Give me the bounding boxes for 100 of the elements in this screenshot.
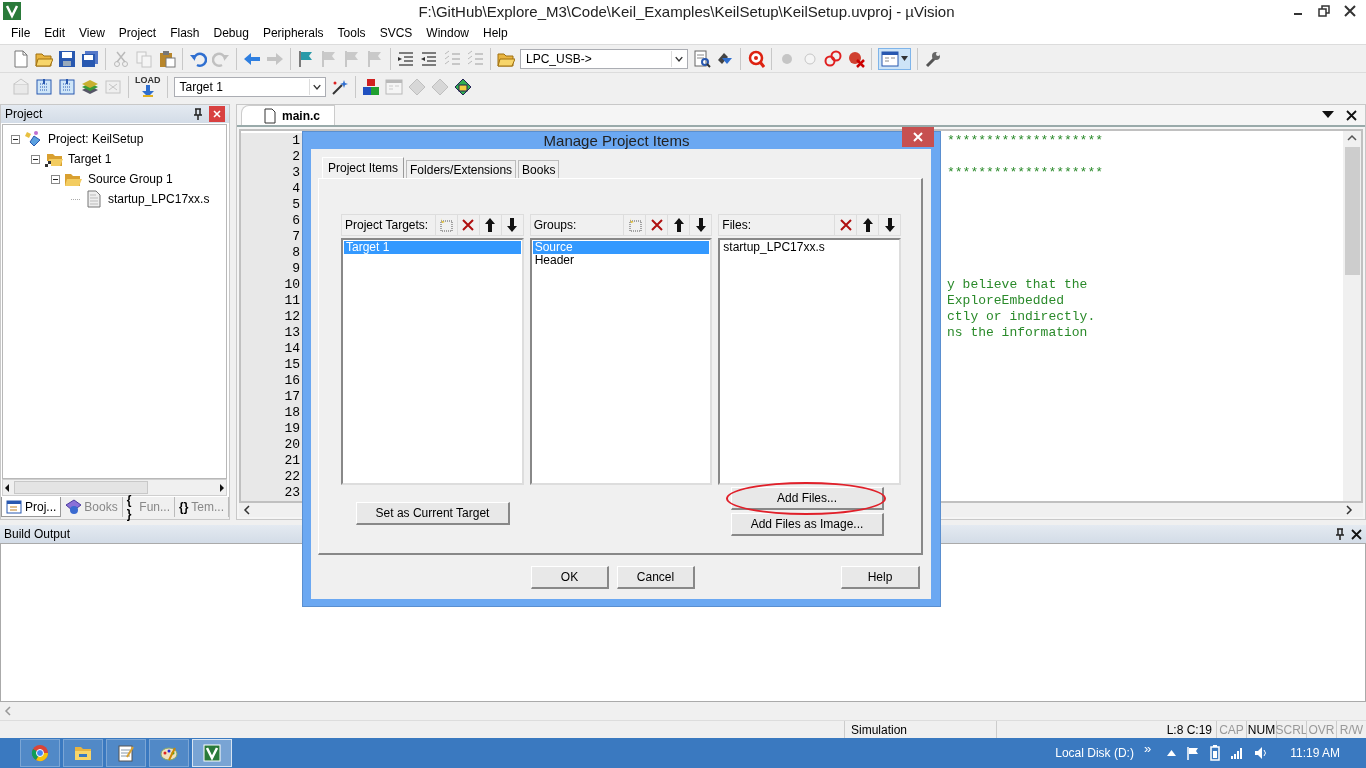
taskbar-button[interactable]	[63, 739, 103, 767]
line-number: 7	[241, 229, 303, 245]
toolbar-label[interactable]: Local Disk (D:)	[1055, 746, 1134, 760]
collapse-icon[interactable]	[31, 154, 40, 164]
folder-icon	[74, 744, 92, 762]
book-icon	[65, 499, 82, 515]
flag-icon[interactable]	[297, 49, 315, 68]
load-button[interactable]: LOAD	[135, 76, 161, 97]
wrench-icon[interactable]	[924, 49, 942, 68]
close-button[interactable]	[902, 126, 934, 147]
tree-item[interactable]: Target 1	[64, 152, 112, 166]
line-number: 17	[241, 389, 303, 405]
scrollbar-thumb[interactable]	[14, 481, 148, 494]
blocks-icon[interactable]	[361, 77, 380, 96]
menu-item[interactable]: Help	[476, 24, 515, 42]
menu-item[interactable]: View	[72, 24, 112, 42]
outdent-icon[interactable]	[420, 49, 438, 68]
line-number: 6	[241, 213, 303, 229]
menu-item[interactable]: Project	[111, 24, 164, 42]
dropdown-field[interactable]: LPC_USB->	[520, 48, 688, 69]
line-number: 1	[241, 133, 303, 149]
window-icon[interactable]	[881, 49, 899, 68]
list-title: Project Targets:	[345, 218, 430, 232]
tree-item[interactable]: Source Group 1	[84, 172, 173, 186]
glyph-icon: {}	[179, 500, 189, 514]
left-arrow-icon[interactable]	[3, 482, 11, 493]
line-number: 23	[241, 485, 303, 501]
cancel-button[interactable]: Cancel	[617, 565, 695, 589]
close-icon[interactable]	[1346, 109, 1357, 121]
list-item[interactable]: startup_LPC17xx.s	[721, 241, 898, 254]
collapse-icon[interactable]	[51, 174, 60, 184]
line-number: 5	[241, 197, 303, 213]
list-item[interactable]: Header	[532, 254, 710, 267]
floppy-disks-icon[interactable]	[81, 49, 99, 68]
clock-time[interactable]: 11:19 AM	[1290, 746, 1340, 760]
panel-tab[interactable]: {} Tem...	[175, 497, 229, 517]
help-button[interactable]: Help	[841, 565, 920, 589]
menu-item[interactable]: File	[4, 24, 38, 42]
layers-icon[interactable]	[81, 77, 99, 96]
signal-icon[interactable]	[1230, 746, 1245, 760]
line-number: 15	[241, 357, 303, 373]
document-search-icon[interactable]	[693, 49, 711, 68]
vertical-scrollbar[interactable]	[1343, 131, 1361, 501]
menu-item[interactable]: Tools	[330, 24, 373, 42]
close-icon[interactable]	[1344, 5, 1356, 17]
tree-item[interactable]: startup_LPC17xx.s	[104, 192, 210, 206]
add-files-button[interactable]: Add Files...	[731, 487, 884, 510]
package-icon[interactable]	[453, 77, 472, 96]
menu-item[interactable]: SVCS	[372, 24, 420, 42]
speaker-icon[interactable]	[1254, 746, 1269, 760]
restore-icon[interactable]	[1318, 5, 1330, 17]
panel-title: Build Output	[4, 527, 71, 541]
breakpoint-cross-icon[interactable]	[847, 49, 865, 68]
panel-tab[interactable]: Proj...	[1, 497, 62, 517]
pin-icon[interactable]	[193, 108, 203, 120]
battery-icon[interactable]	[1210, 745, 1221, 761]
clipboard-icon[interactable]	[158, 49, 176, 68]
editor-tab[interactable]: main.c	[241, 105, 335, 125]
build-icon[interactable]	[35, 77, 53, 96]
ok-button[interactable]: OK	[531, 565, 609, 589]
code-line: ********************	[947, 165, 1104, 181]
line-number: 21	[241, 453, 303, 469]
add-files-as-image-button[interactable]: Add Files as Image...	[731, 513, 884, 536]
dialog-tab[interactable]: Books	[518, 160, 560, 178]
code-line: ExploreEmbedded	[947, 293, 1065, 309]
taskbar-button[interactable]	[106, 739, 146, 767]
indent-icon[interactable]	[397, 49, 415, 68]
build-icon[interactable]	[58, 77, 76, 96]
debug-icon[interactable]	[747, 49, 765, 68]
collapse-icon[interactable]	[11, 134, 20, 144]
menu-item[interactable]: Window	[419, 24, 476, 42]
set-current-target-button[interactable]: Set as Current Target	[356, 502, 510, 525]
line-number: 20	[241, 437, 303, 453]
delete-icon[interactable]	[460, 217, 477, 233]
menu-item[interactable]: Edit	[37, 24, 73, 42]
dropdown-icon[interactable]	[1322, 111, 1334, 119]
paint-palette-icon	[160, 744, 178, 762]
dialog-tab[interactable]: Folders/Extensions	[406, 160, 517, 178]
taskbar-button[interactable]	[20, 739, 60, 767]
menu-item[interactable]: Debug	[206, 24, 256, 42]
window-title: F:\GitHub\Explore_M3\Code\Keil_Examples\KeilSetup\KeilSetup.uvproj - µVision	[417, 2, 956, 20]
scrollbar-thumb[interactable]	[1344, 147, 1360, 275]
tree-item[interactable]: Project: KeilSetup	[44, 132, 144, 146]
right-arrow-icon[interactable]	[218, 482, 226, 493]
chevron-icon[interactable]: »	[1143, 740, 1152, 756]
delete-icon[interactable]	[648, 217, 665, 233]
menu-item[interactable]: Flash	[163, 24, 207, 42]
pin-icon[interactable]	[1335, 528, 1345, 540]
taskbar-button[interactable]	[149, 739, 189, 767]
page-icon[interactable]	[12, 49, 30, 68]
menu-item[interactable]: Peripherals	[255, 24, 331, 42]
rings-icon[interactable]	[824, 49, 842, 68]
dropdown-field[interactable]: Target 1	[173, 76, 326, 97]
list-icon	[6, 498, 22, 515]
dialog-tab[interactable]: Project Items	[322, 157, 405, 178]
taskbar-button[interactable]	[192, 739, 232, 767]
close-icon[interactable]	[1351, 528, 1362, 540]
flag-icon[interactable]	[1186, 746, 1201, 760]
delete-icon[interactable]	[837, 217, 854, 233]
horizontal-scrollbar[interactable]	[2, 479, 227, 496]
